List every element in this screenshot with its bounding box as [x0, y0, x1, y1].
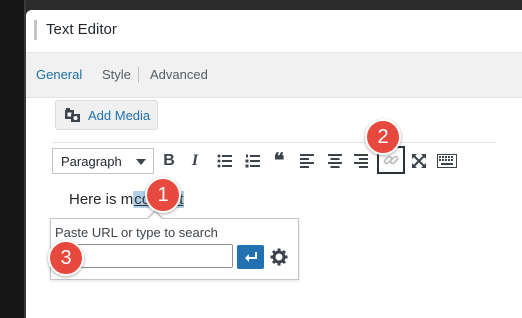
blockquote-icon: ❝ — [273, 150, 285, 172]
link-popover: Paste URL or type to search — [50, 210, 299, 280]
link-options-button[interactable] — [268, 246, 290, 268]
add-media-label: Add Media — [88, 107, 151, 123]
align-right-icon — [354, 154, 368, 168]
header-accent-bar — [34, 20, 37, 40]
media-icon — [65, 108, 80, 122]
callout-2: 2 — [365, 119, 401, 155]
editor-toolbar: Paragraph B I ❝ — [52, 142, 496, 177]
toolbar-toggle-button[interactable] — [436, 149, 458, 173]
editor-panel — [26, 98, 522, 318]
blockquote-button[interactable]: ❝ — [268, 149, 290, 173]
align-left-icon — [300, 154, 314, 168]
italic-icon: I — [191, 152, 199, 169]
numbered-list-button[interactable] — [242, 149, 264, 173]
editor-text-partial: m — [120, 191, 134, 208]
bold-button[interactable]: B — [158, 149, 180, 173]
toolbar-toggle-icon — [437, 154, 457, 168]
fullscreen-button[interactable] — [408, 149, 430, 173]
tab-general[interactable]: General — [36, 53, 82, 97]
tab-bar: General Style Advanced — [26, 53, 522, 98]
bold-icon: B — [163, 152, 175, 169]
bullet-list-button[interactable] — [214, 149, 236, 173]
format-select[interactable]: Paragraph — [52, 148, 154, 174]
format-select-value: Paragraph — [61, 153, 122, 169]
add-media-button[interactable]: Add Media — [55, 100, 158, 130]
tab-advanced[interactable]: Advanced — [150, 53, 208, 97]
numbered-list-icon — [245, 154, 260, 168]
italic-button[interactable]: I — [184, 149, 206, 173]
background-strip — [0, 0, 26, 318]
align-left-button[interactable] — [296, 149, 318, 173]
enter-icon — [244, 252, 257, 262]
modal-title: Text Editor — [46, 21, 117, 38]
align-right-button[interactable] — [350, 149, 372, 173]
tab-style[interactable]: Style — [102, 53, 131, 97]
gear-icon — [270, 248, 288, 266]
popover-arrow-fill — [148, 212, 162, 219]
modal-header: Text Editor — [26, 10, 522, 53]
callout-1: 1 — [145, 177, 181, 213]
fullscreen-icon — [412, 154, 426, 168]
bullet-list-icon — [217, 154, 232, 168]
callout-3: 3 — [48, 240, 84, 276]
url-placeholder-label: Paste URL or type to search — [55, 225, 218, 240]
tab-separator — [138, 67, 139, 83]
apply-link-button[interactable] — [237, 245, 264, 269]
align-center-button[interactable] — [324, 149, 346, 173]
align-center-icon — [328, 154, 342, 168]
chevron-down-icon — [136, 159, 146, 165]
editor-text-plain: Here is — [69, 191, 121, 208]
